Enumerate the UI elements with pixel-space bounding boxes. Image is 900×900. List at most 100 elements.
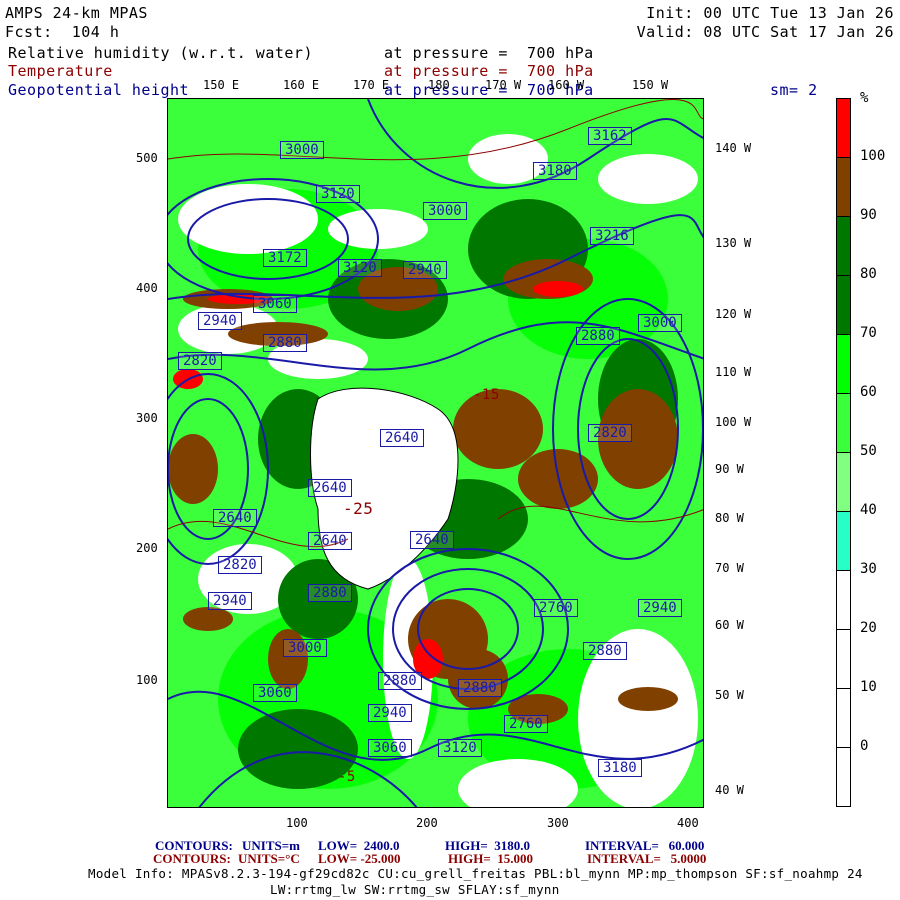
temp-low: LOW= -25.000: [318, 851, 401, 866]
y-tick: 400: [136, 281, 158, 295]
lon-label: 80 W: [715, 511, 744, 525]
colorbar-label: 0: [860, 738, 869, 754]
contour-label: 3000: [283, 639, 327, 657]
colorbar-segment: [836, 157, 851, 217]
contour-label: 2640: [308, 532, 352, 550]
colorbar-segment: [836, 570, 851, 630]
lon-label: 110 W: [715, 365, 752, 379]
contour-label: 2940: [368, 704, 412, 722]
lon-label: 140 W: [715, 141, 752, 155]
contour-label: 3000: [423, 202, 467, 220]
temp-interval: INTERVAL= 5.0000: [587, 851, 707, 866]
contour-label: 3000: [638, 314, 682, 332]
contour-label: 2880: [378, 672, 422, 690]
lon-label: 120 W: [715, 307, 752, 321]
colorbar-label: 70: [860, 325, 877, 341]
contour-label: 2940: [403, 261, 447, 279]
colorbar-label: 90: [860, 207, 877, 223]
temp-contours-label: CONTOURS:: [153, 851, 231, 866]
contour-label: 2820: [178, 352, 222, 370]
contour-label: 2820: [218, 556, 262, 574]
temp-label: -25: [343, 499, 374, 518]
colorbar-label: 10: [860, 679, 877, 695]
contour-label: 3000: [280, 141, 324, 159]
colorbar-segment: [836, 747, 851, 807]
lon-label: 170 E: [353, 78, 390, 92]
field-temp-level: at pressure = 700 hPa: [384, 62, 594, 80]
init-time: Init: 00 UTC Tue 13 Jan 26: [646, 4, 894, 22]
colorbar-segment: [836, 275, 851, 335]
contour-label: 3120: [316, 185, 360, 203]
contour-label: 2940: [638, 599, 682, 617]
contour-label: 2640: [213, 509, 257, 527]
smoothing-label: sm= 2: [770, 81, 818, 99]
contour-label: 2880: [583, 642, 627, 660]
lon-label: 90 W: [715, 462, 744, 476]
y-tick: 100: [136, 673, 158, 687]
y-tick: 200: [136, 541, 158, 555]
contour-label: 3180: [598, 759, 642, 777]
colorbar-label: 80: [860, 266, 877, 282]
contour-label: 3172: [263, 249, 307, 267]
colorbar-label: 50: [860, 443, 877, 459]
field-temp: Temperature: [8, 62, 113, 80]
x-tick: 200: [416, 816, 438, 830]
contour-label: 2640: [410, 531, 454, 549]
contour-label: 2940: [198, 312, 242, 330]
field-rh: Relative humidity (w.r.t. water): [8, 44, 313, 62]
y-tick: 500: [136, 151, 158, 165]
contour-label: 2880: [576, 327, 620, 345]
lon-label: 70 W: [715, 561, 744, 575]
colorbar-label: 40: [860, 502, 877, 518]
colorbar-segment: [836, 98, 851, 158]
contour-label: 2880: [308, 584, 352, 602]
temp-units: UNITS=°C: [238, 851, 300, 866]
colorbar-label: 20: [860, 620, 877, 636]
contour-label: 3180: [533, 162, 577, 180]
contour-label: 3060: [253, 295, 297, 313]
lon-label: 130 W: [715, 236, 752, 250]
contour-label: 3120: [338, 259, 382, 277]
model-info-physics: LW:rrtmg_lw SW:rrtmg_sw SFLAY:sf_mynn: [270, 882, 560, 897]
contour-label: 2820: [588, 424, 632, 442]
colorbar-segment: [836, 452, 851, 512]
field-rh-level: at pressure = 700 hPa: [384, 44, 594, 62]
temp-label: -5: [338, 769, 356, 785]
lon-label: 150 E: [203, 78, 240, 92]
colorbar-segment: [836, 688, 851, 748]
contour-label: 2760: [534, 599, 578, 617]
colorbar-label: 100: [860, 148, 886, 164]
lon-label: 50 W: [715, 688, 744, 702]
colorbar-label: 30: [860, 561, 877, 577]
y-tick: 300: [136, 411, 158, 425]
forecast-hour: Fcst: 104 h: [5, 23, 120, 41]
field-height: Geopotential height: [8, 81, 190, 99]
contour-label: 3216: [590, 227, 634, 245]
lon-label: 160 E: [283, 78, 320, 92]
lon-label: 180: [428, 78, 450, 92]
contour-label: 2880: [458, 679, 502, 697]
map-area: 3162 3180 3000 3120 3216 3172 3000 3120 …: [167, 98, 704, 808]
lon-label: 60 W: [715, 618, 744, 632]
contour-label: 2760: [504, 715, 548, 733]
contour-label: 2640: [308, 479, 352, 497]
contour-label: 3120: [438, 739, 482, 757]
colorbar-segment: [836, 216, 851, 276]
lon-label: 100 W: [715, 415, 752, 429]
contour-label: 3162: [588, 127, 632, 145]
valid-time: Valid: 08 UTC Sat 17 Jan 26: [636, 23, 894, 41]
colorbar-segment: [836, 511, 851, 571]
colorbar-label: 60: [860, 384, 877, 400]
model-info: Model Info: MPASv8.2.3-194-gf29cd82c CU:…: [88, 866, 863, 881]
lon-label: 160 W: [548, 78, 585, 92]
colorbar-segment: [836, 393, 851, 453]
x-tick: 100: [286, 816, 308, 830]
contour-label: 2940: [208, 592, 252, 610]
temp-label: -15: [473, 387, 500, 403]
lon-label: 170 W: [485, 78, 522, 92]
contour-label: 2880: [263, 334, 307, 352]
contour-label: 3060: [253, 684, 297, 702]
contour-label: 2640: [380, 429, 424, 447]
lon-label: 150 W: [632, 78, 669, 92]
model-title: AMPS 24-km MPAS: [5, 4, 148, 22]
